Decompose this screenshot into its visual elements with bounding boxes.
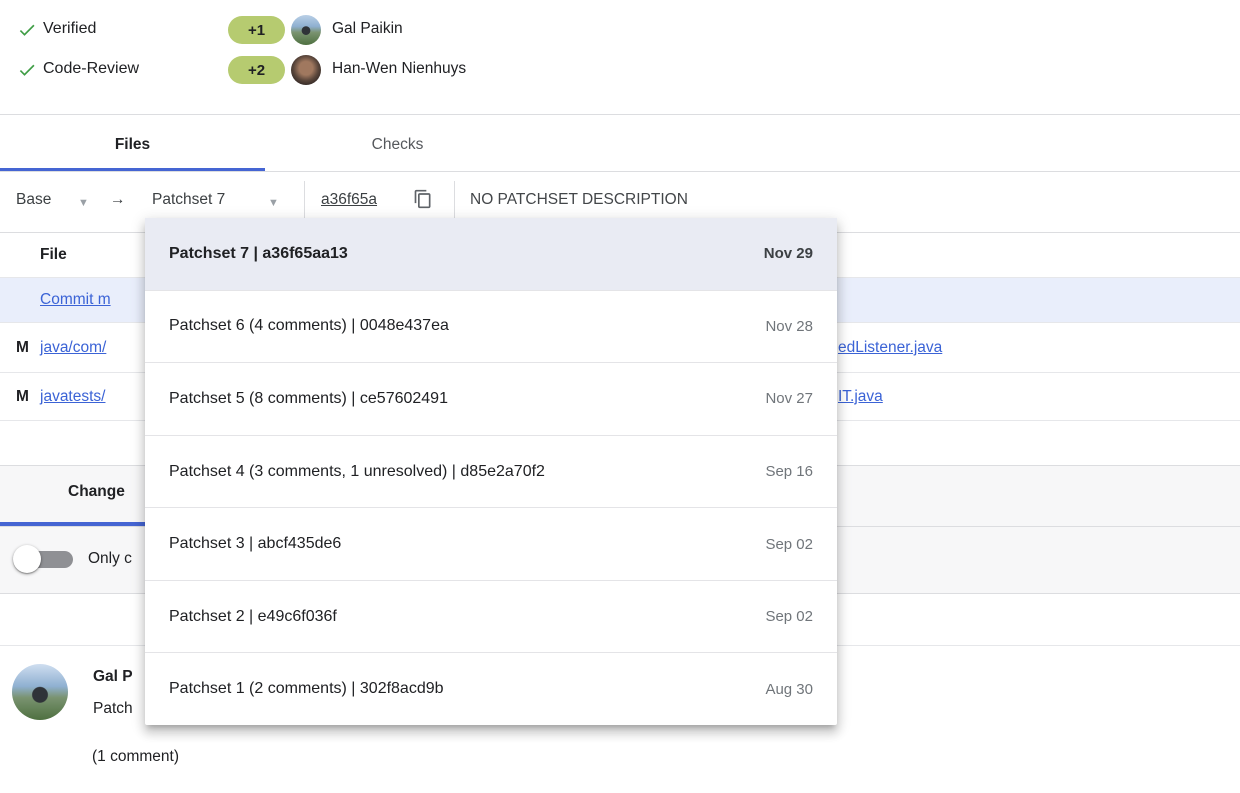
vote-label: Verified	[43, 20, 96, 38]
patchset-description: NO PATCHSET DESCRIPTION	[470, 191, 688, 209]
avatar[interactable]	[291, 15, 321, 45]
vote-chip[interactable]: +2	[228, 56, 285, 84]
patchset-dropdown-item[interactable]: Patchset 2 | e49c6f036f Sep 02	[145, 580, 837, 653]
file-column-header: File	[40, 246, 67, 264]
patchset-selector[interactable]: Patchset 7	[152, 191, 225, 209]
base-selector[interactable]: Base	[16, 191, 51, 209]
divider	[0, 114, 1240, 115]
patchset-item-date: Sep 02	[765, 608, 813, 625]
comment-author-avatar[interactable]	[12, 664, 68, 720]
patchset-item-label: Patchset 5 (8 comments) | ce57602491	[169, 390, 448, 408]
patchset-item-label: Patchset 2 | e49c6f036f	[169, 608, 337, 626]
patchset-dropdown-menu: Patchset 7 | a36f65aa13 Nov 29 Patchset …	[145, 218, 837, 725]
patchset-dropdown-item[interactable]: Patchset 3 | abcf435de6 Sep 02	[145, 507, 837, 580]
only-comments-toggle[interactable]	[13, 544, 75, 574]
tab-change-log[interactable]: Change	[68, 483, 125, 501]
patchset-dropdown-item[interactable]: Patchset 6 (4 comments) | 0048e437ea Nov…	[145, 290, 837, 363]
chevron-down-icon[interactable]: ▼	[268, 197, 279, 209]
tab-checks[interactable]: Checks	[265, 133, 530, 157]
arrow-right-icon: →	[110, 191, 126, 209]
comment-message: Patch	[93, 700, 133, 718]
avatar[interactable]	[291, 55, 321, 85]
vote-row-verified: Verified +1 Gal Paikin	[0, 16, 1240, 46]
patchset-item-label: Patchset 7 | a36f65aa13	[169, 245, 348, 263]
vote-row-code-review: Code-Review +2 Han-Wen Nienhuys	[0, 56, 1240, 86]
file-link[interactable]: edListener.java	[838, 339, 942, 357]
patchset-item-label: Patchset 6 (4 comments) | 0048e437ea	[169, 317, 449, 335]
patchset-item-date: Sep 02	[765, 536, 813, 553]
file-link[interactable]: Commit m	[40, 291, 111, 309]
file-link[interactable]: java/com/	[40, 339, 106, 357]
patchset-dropdown-item[interactable]: Patchset 5 (8 comments) | ce57602491 Nov…	[145, 362, 837, 435]
gerrit-change-screen: Verified +1 Gal Paikin Code-Review +2 Ha…	[0, 0, 1240, 793]
check-icon	[17, 60, 37, 80]
toggle-label: Only c	[88, 550, 132, 568]
patchset-item-label: Patchset 3 | abcf435de6	[169, 535, 341, 553]
comment-count[interactable]: (1 comment)	[92, 748, 179, 766]
tab-files[interactable]: Files	[0, 133, 265, 157]
voter-name[interactable]: Gal Paikin	[332, 20, 403, 38]
file-link[interactable]: IT.java	[838, 388, 883, 406]
patchset-item-label: Patchset 1 (2 comments) | 302f8acd9b	[169, 680, 444, 698]
file-status: M	[16, 339, 29, 357]
file-link[interactable]: javatests/	[40, 388, 105, 406]
voter-name[interactable]: Han-Wen Nienhuys	[332, 60, 466, 78]
divider	[304, 181, 305, 223]
patchset-item-label: Patchset 4 (3 comments, 1 unresolved) | …	[169, 463, 545, 481]
check-icon	[17, 20, 37, 40]
divider	[454, 181, 455, 223]
chevron-down-icon[interactable]: ▼	[78, 197, 89, 209]
copy-icon[interactable]	[413, 189, 433, 209]
patchset-item-date: Sep 16	[765, 463, 813, 480]
patchset-item-date: Nov 27	[765, 390, 813, 407]
patchset-dropdown-item[interactable]: Patchset 4 (3 comments, 1 unresolved) | …	[145, 435, 837, 508]
comment-author[interactable]: Gal P	[93, 668, 133, 686]
commit-sha-link[interactable]: a36f65a	[321, 191, 377, 209]
patchset-item-date: Aug 30	[765, 681, 813, 698]
patchset-dropdown-item[interactable]: Patchset 7 | a36f65aa13 Nov 29	[145, 218, 837, 290]
vote-chip[interactable]: +1	[228, 16, 285, 44]
toggle-knob	[13, 545, 41, 573]
file-status: M	[16, 388, 29, 406]
patchset-item-date: Nov 28	[765, 318, 813, 335]
patchset-item-date: Nov 29	[764, 245, 813, 262]
patchset-dropdown-item[interactable]: Patchset 1 (2 comments) | 302f8acd9b Aug…	[145, 652, 837, 725]
vote-label: Code-Review	[43, 60, 139, 78]
